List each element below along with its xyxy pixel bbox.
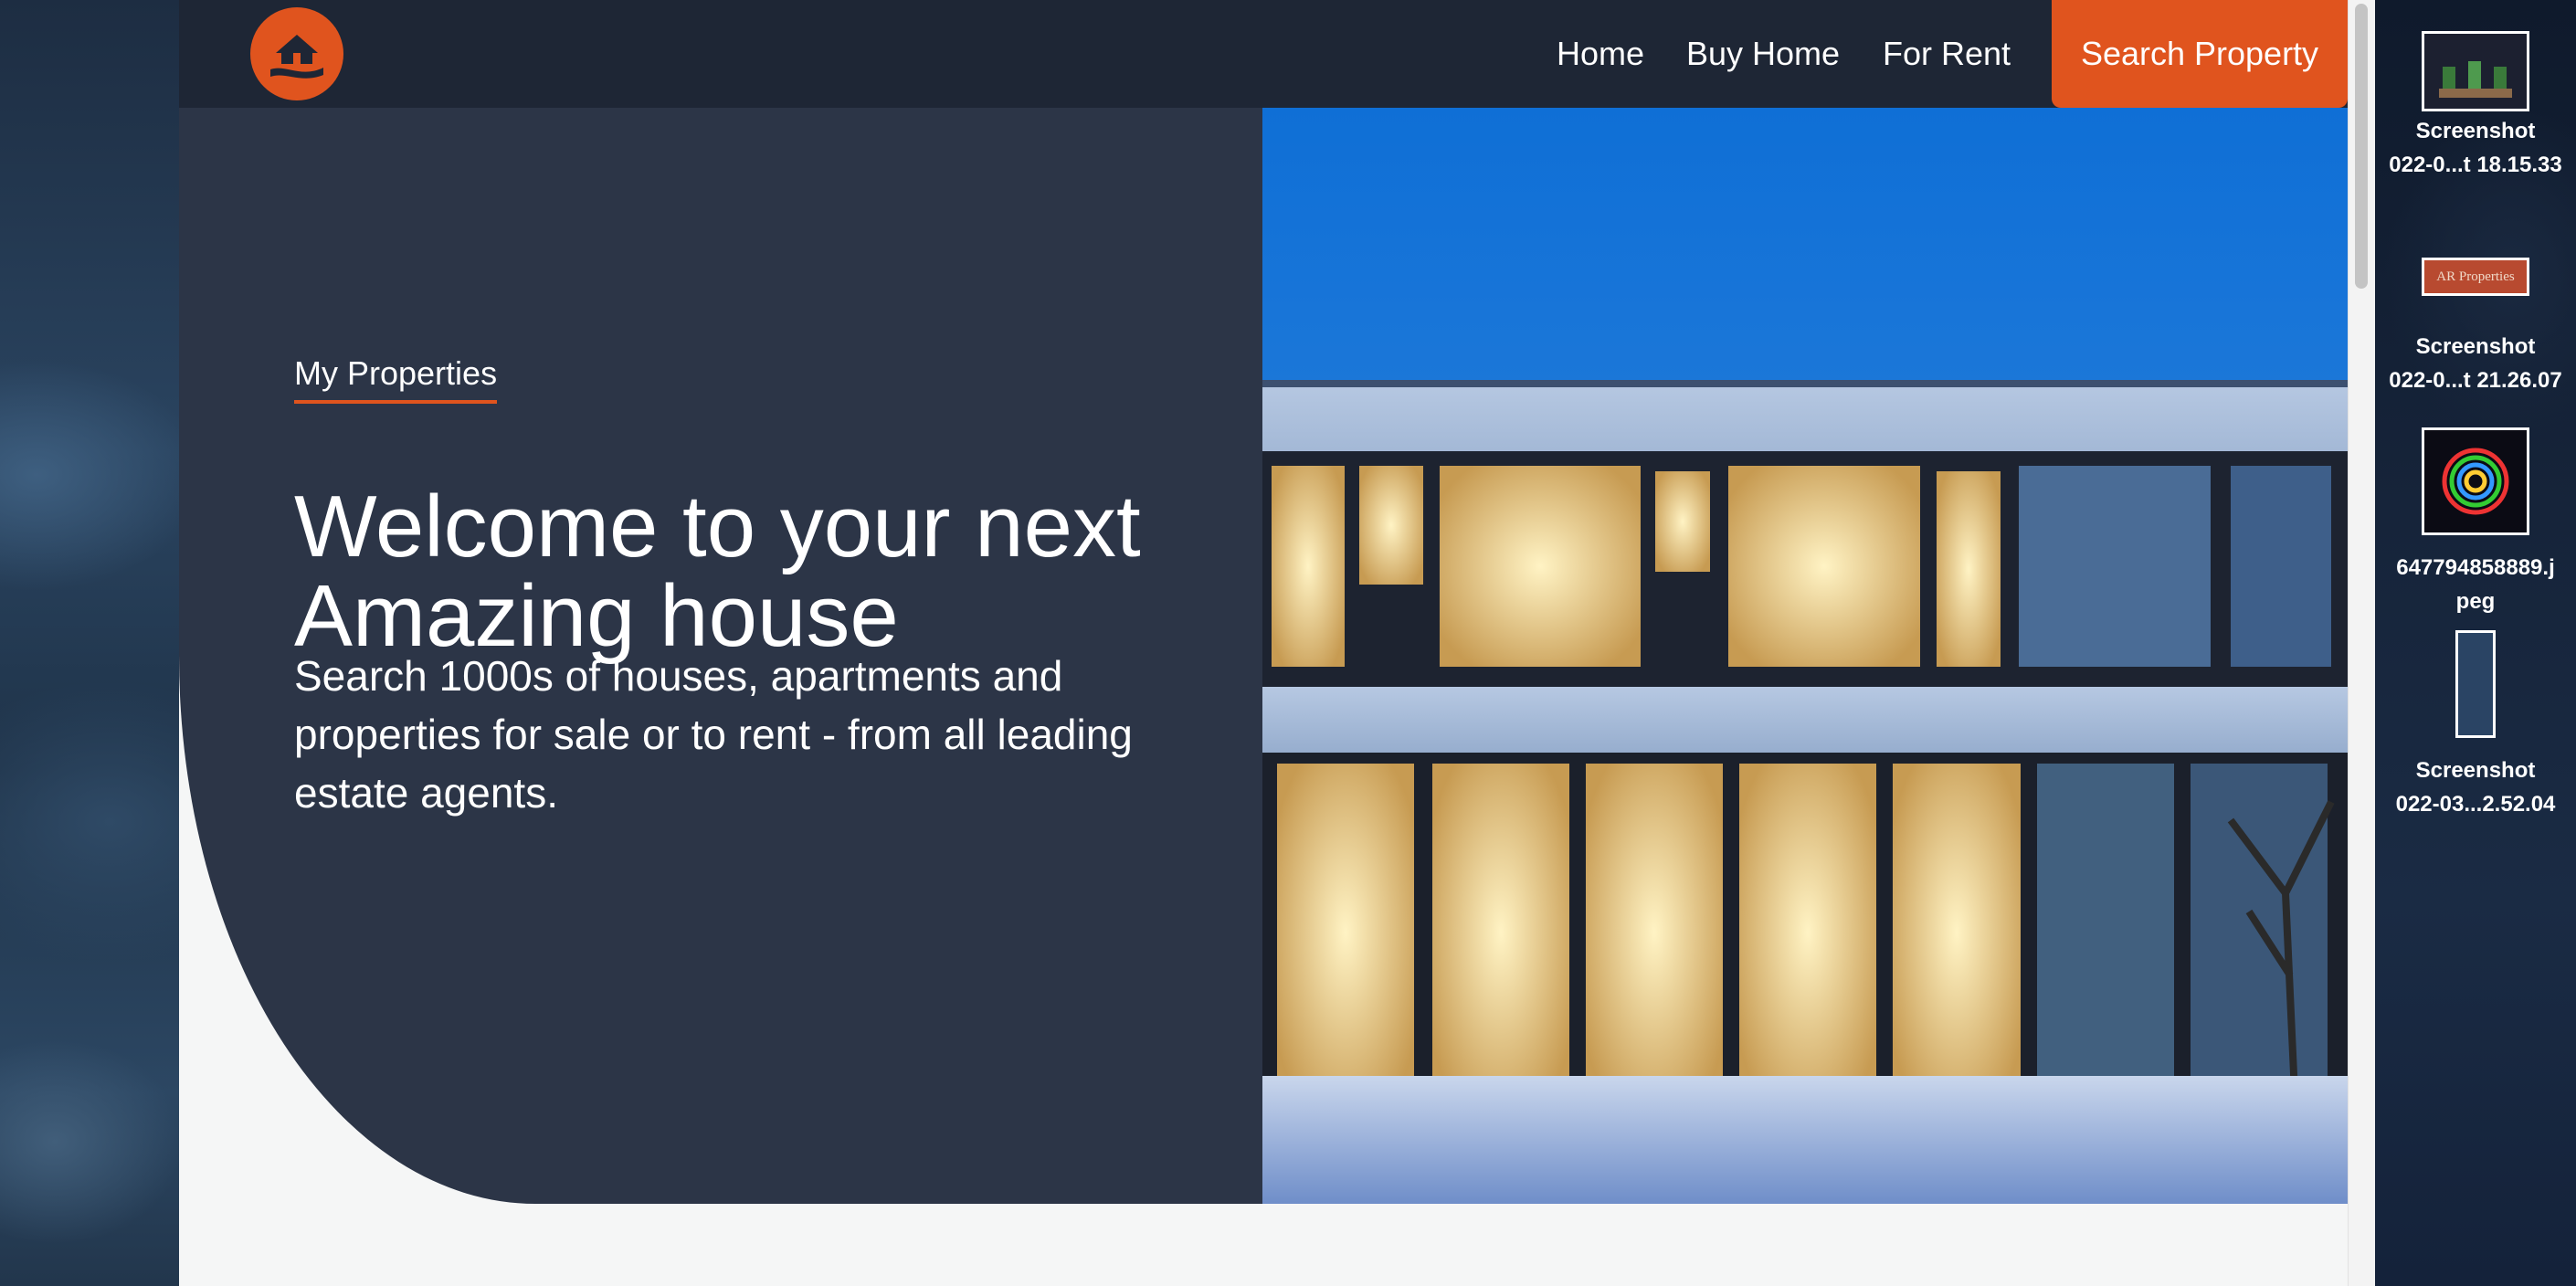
search-property-button[interactable]: Search Property xyxy=(2052,0,2348,108)
desktop-file-3-name-line1: 647794858889.j xyxy=(2396,555,2555,580)
desktop-file-4-name-line2: 022-03...2.52.04 xyxy=(2395,792,2556,817)
image-thumbnail-icon: AR Properties xyxy=(2422,258,2529,296)
desktop-wallpaper-left xyxy=(0,0,179,1286)
desktop-file-2[interactable]: AR Properties Screenshot 022-0...t 21.26… xyxy=(2375,258,2576,395)
nav-home-link[interactable]: Home xyxy=(1557,0,1644,108)
image-thumbnail-icon xyxy=(2422,31,2529,111)
scrollbar-thumb[interactable] xyxy=(2355,4,2368,289)
desktop-file-4[interactable]: Screenshot 022-03...2.52.04 xyxy=(2375,630,2576,818)
house-photo xyxy=(1262,108,2348,1204)
desktop-file-3-name-line2: peg xyxy=(2455,589,2496,614)
section-tag: My Properties xyxy=(294,354,498,404)
hero-description: Search 1000s of houses, apartments and p… xyxy=(294,652,1133,817)
desktop-file-4-name-line1: Screenshot xyxy=(2415,758,2536,783)
desktop-file-2-name-line1: Screenshot xyxy=(2415,334,2536,359)
desktop-file-1[interactable]: Screenshot 022-0...t 18.15.33 xyxy=(2375,31,2576,179)
desktop-file-3[interactable]: 647794858889.j peg xyxy=(2375,427,2576,616)
nav-for-rent-link[interactable]: For Rent xyxy=(1883,0,2011,108)
thumbnail-text: AR Properties xyxy=(2436,269,2515,284)
home-logo-icon[interactable] xyxy=(250,7,343,100)
image-thumbnail-icon xyxy=(2422,427,2529,535)
hero-title: Welcome to your next Amazing house xyxy=(294,482,1208,661)
desktop-file-2-name-line2: 022-0...t 21.26.07 xyxy=(2389,368,2562,393)
desktop-file-1-name-line2: 022-0...t 18.15.33 xyxy=(2389,153,2562,177)
desktop-file-1-name-line1: Screenshot xyxy=(2415,119,2536,143)
nav-buy-home-link[interactable]: Buy Home xyxy=(1686,0,1840,108)
top-navbar: Home Buy Home For Rent Search Property xyxy=(179,0,2348,108)
image-thumbnail-icon xyxy=(2455,630,2496,738)
hero-title-line1: Welcome to your next xyxy=(294,478,1141,575)
hero-panel: My Properties Welcome to your next Amazi… xyxy=(179,108,1262,1204)
browser-viewport: My Properties Welcome to your next Amazi… xyxy=(179,0,2348,1286)
